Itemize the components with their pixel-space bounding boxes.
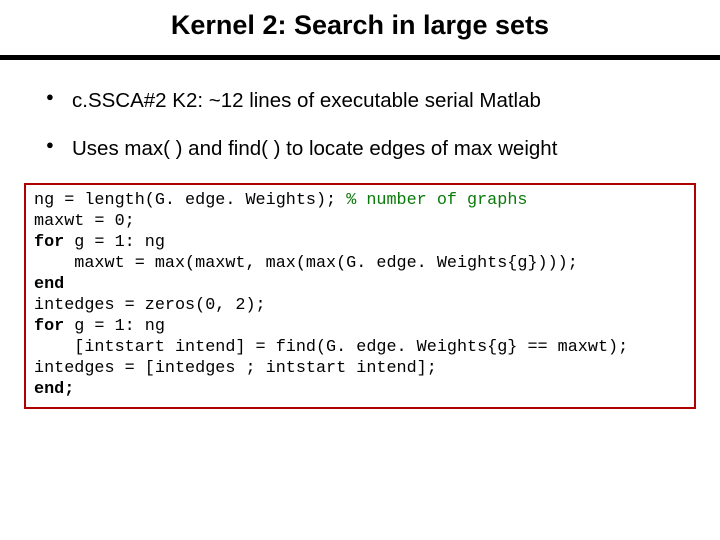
code-line: maxwt = 0; — [34, 212, 135, 231]
slide: Kernel 2: Search in large sets c.SSCA#2 … — [0, 0, 720, 540]
code-line: [intstart intend] = find(G. edge. Weight… — [34, 338, 628, 357]
bullet-list: c.SSCA#2 K2: ~12 lines of executable ser… — [0, 88, 672, 161]
slide-title: Kernel 2: Search in large sets — [0, 0, 720, 60]
code-line: maxwt = max(maxwt, max(max(G. edge. Weig… — [34, 254, 578, 273]
code-block: ng = length(G. edge. Weights); % number … — [24, 183, 696, 409]
code-line: intedges = [intedges ; intstart intend]; — [34, 359, 437, 378]
code-line: ng = length(G. edge. Weights); — [34, 191, 346, 210]
code-keyword: for — [34, 317, 64, 336]
code-line: g = 1: ng — [64, 317, 165, 336]
code-keyword: end — [34, 275, 64, 294]
code-line: intedges = zeros(0, 2); — [34, 296, 266, 315]
code-keyword: end; — [34, 380, 74, 399]
bullet-item: c.SSCA#2 K2: ~12 lines of executable ser… — [72, 88, 672, 114]
bullet-item: Uses max( ) and find( ) to locate edges … — [72, 136, 672, 162]
code-comment: % number of graphs — [346, 191, 527, 210]
code-line: g = 1: ng — [64, 233, 165, 252]
code-keyword: for — [34, 233, 64, 252]
